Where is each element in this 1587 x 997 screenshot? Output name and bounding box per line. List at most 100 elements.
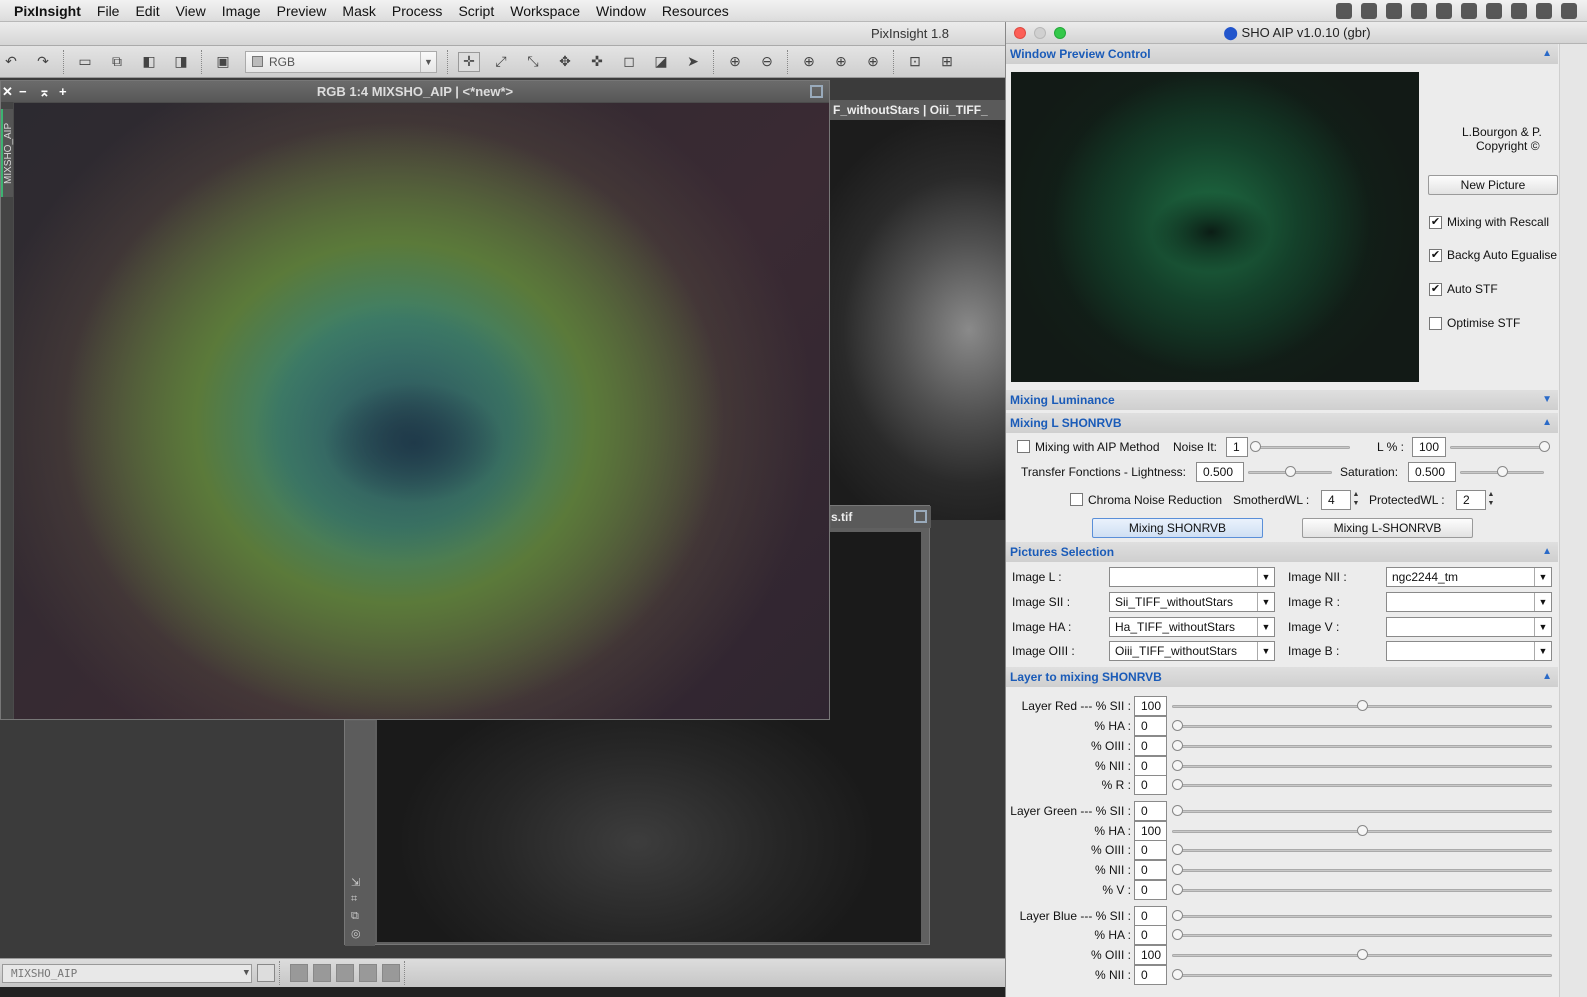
pointer-icon[interactable]: ➤ bbox=[682, 52, 704, 72]
minimize-icon[interactable]: − bbox=[19, 81, 27, 102]
slider-knob[interactable] bbox=[1172, 864, 1183, 875]
layer-input-9[interactable]: 0 bbox=[1134, 880, 1167, 900]
section-mixing-l[interactable]: Mixing L SHONRVB ▲ bbox=[1006, 413, 1558, 433]
slider-knob[interactable] bbox=[1357, 700, 1368, 711]
smoothed-input[interactable]: 4 bbox=[1321, 490, 1351, 510]
picture-select-right-2[interactable]: ▼ bbox=[1386, 617, 1552, 637]
layer-slider-7[interactable] bbox=[1172, 844, 1552, 856]
layer-input-8[interactable]: 0 bbox=[1134, 860, 1167, 880]
option-checkbox-3[interactable] bbox=[1429, 317, 1442, 330]
layer-slider-12[interactable] bbox=[1172, 949, 1552, 961]
layer-input-4[interactable]: 0 bbox=[1134, 775, 1167, 795]
center-mode-icon[interactable]: ✜ bbox=[586, 52, 608, 72]
mask-button-2[interactable] bbox=[313, 964, 331, 982]
clone-icon[interactable]: ⧉ bbox=[351, 910, 359, 923]
location-icon[interactable] bbox=[1511, 3, 1527, 19]
view-explorer-icon[interactable] bbox=[257, 964, 275, 982]
layer-slider-8[interactable] bbox=[1172, 864, 1552, 876]
new-picture-button[interactable]: New Picture bbox=[1428, 175, 1558, 195]
mask-button-5[interactable] bbox=[382, 964, 400, 982]
saturation-input[interactable]: 0.500 bbox=[1408, 462, 1456, 482]
slider-knob[interactable] bbox=[1497, 466, 1508, 477]
zoom-1-icon[interactable]: ⊕ bbox=[798, 52, 820, 72]
layer-slider-5[interactable] bbox=[1172, 805, 1552, 817]
collapse-icon[interactable]: ▲ bbox=[1542, 44, 1552, 64]
slider-knob[interactable] bbox=[1172, 910, 1183, 921]
zoom-to-fit-icon[interactable]: ⊞ bbox=[936, 52, 958, 72]
view-selector[interactable]: MIXSHO_AIP ▼ bbox=[2, 963, 252, 983]
section-window-preview[interactable]: Window Preview Control ▲ bbox=[1006, 44, 1558, 64]
screen-icon[interactable]: ▣ bbox=[212, 52, 234, 72]
menu-preview[interactable]: Preview bbox=[269, 3, 335, 19]
picture-select-left-0[interactable]: ▼ bbox=[1109, 567, 1275, 587]
layer-slider-10[interactable] bbox=[1172, 910, 1552, 922]
clock-icon[interactable] bbox=[1536, 3, 1552, 19]
layer-input-2[interactable]: 0 bbox=[1134, 736, 1167, 756]
preview-mode-icon[interactable]: ◻ bbox=[618, 52, 640, 72]
image-window-main[interactable]: ✕ − ⌅ + RGB 1:4 MIXSHO_AIP | <*new*> MIX… bbox=[0, 80, 830, 720]
layer-slider-1[interactable] bbox=[1172, 720, 1552, 732]
noise-input[interactable]: 1 bbox=[1226, 437, 1248, 457]
window-maximize-icon[interactable] bbox=[810, 85, 823, 98]
slider-knob[interactable] bbox=[1250, 441, 1261, 452]
collapse-icon[interactable]: ▲ bbox=[1542, 542, 1552, 562]
aip-method-checkbox[interactable] bbox=[1017, 440, 1030, 453]
mixing-shonrvb-button[interactable]: Mixing SHONRVB bbox=[1092, 518, 1263, 538]
mixing-l-shonrvb-button[interactable]: Mixing L-SHONRVB bbox=[1302, 518, 1473, 538]
view-tab[interactable]: MIXSHO_AIP bbox=[1, 109, 14, 197]
zoom-2-icon[interactable]: ⊕ bbox=[830, 52, 852, 72]
zoom-out-icon[interactable]: ⊖ bbox=[756, 52, 778, 72]
check-icon[interactable] bbox=[1561, 3, 1577, 19]
zoom-out-mode-icon[interactable]: ⤡ bbox=[522, 52, 544, 72]
layer-input-0[interactable]: 100 bbox=[1134, 696, 1167, 716]
zoom-in-mode-icon[interactable]: ⤢ bbox=[490, 52, 512, 72]
slider-knob[interactable] bbox=[1172, 884, 1183, 895]
minimize-window-icon[interactable] bbox=[1034, 27, 1046, 39]
slider-knob[interactable] bbox=[1172, 969, 1183, 980]
smoothed-stepper[interactable]: ▲ ▼ bbox=[1351, 490, 1361, 510]
slider-knob[interactable] bbox=[1172, 779, 1183, 790]
layer-input-10[interactable]: 0 bbox=[1134, 906, 1167, 926]
layer-slider-2[interactable] bbox=[1172, 740, 1552, 752]
channel-select[interactable]: RGB ▼ bbox=[245, 50, 437, 73]
expand-icon[interactable]: ▼ bbox=[1542, 390, 1552, 410]
slider-knob[interactable] bbox=[1172, 805, 1183, 816]
collapse-icon[interactable]: ▲ bbox=[1542, 413, 1552, 433]
menu-script[interactable]: Script bbox=[450, 3, 502, 19]
menu-mask[interactable]: Mask bbox=[334, 3, 383, 19]
menu-file[interactable]: File bbox=[89, 3, 128, 19]
battery-icon[interactable] bbox=[1411, 3, 1427, 19]
menu-workspace[interactable]: Workspace bbox=[502, 3, 588, 19]
section-pictures[interactable]: Pictures Selection ▲ bbox=[1006, 542, 1558, 562]
transfer-slider[interactable] bbox=[1248, 466, 1332, 478]
close-window-icon[interactable] bbox=[1014, 27, 1026, 39]
layer-input-11[interactable]: 0 bbox=[1134, 925, 1167, 945]
transfer-input[interactable]: 0.500 bbox=[1196, 462, 1244, 482]
option-checkbox-2[interactable]: ✔ bbox=[1429, 283, 1442, 296]
mask-button-4[interactable] bbox=[359, 964, 377, 982]
slider-knob[interactable] bbox=[1172, 740, 1183, 751]
wd-icon[interactable] bbox=[1486, 3, 1502, 19]
lpct-slider[interactable] bbox=[1450, 441, 1550, 453]
picture-select-right-0[interactable]: ngc2244_tm ▼ bbox=[1386, 567, 1552, 587]
mask-button-3[interactable] bbox=[336, 964, 354, 982]
picture-select-left-1[interactable]: Sii_TIFF_withoutStars ▼ bbox=[1109, 592, 1275, 612]
saturation-slider[interactable] bbox=[1460, 466, 1544, 478]
menu-image[interactable]: Image bbox=[214, 3, 269, 19]
protected-stepper[interactable]: ▲ ▼ bbox=[1486, 490, 1496, 510]
menu-resources[interactable]: Resources bbox=[654, 3, 737, 19]
layer-slider-0[interactable] bbox=[1172, 700, 1552, 712]
grayscale-image[interactable] bbox=[829, 120, 1006, 520]
picture-select-right-3[interactable]: ▼ bbox=[1386, 641, 1552, 661]
layer-slider-4[interactable] bbox=[1172, 779, 1552, 791]
picture-select-left-2[interactable]: Ha_TIFF_withoutStars ▼ bbox=[1109, 617, 1275, 637]
add-icon[interactable]: + bbox=[59, 81, 67, 102]
menu-window[interactable]: Window bbox=[588, 3, 654, 19]
option-checkbox-1[interactable]: ✔ bbox=[1429, 249, 1442, 262]
layer-slider-11[interactable] bbox=[1172, 929, 1552, 941]
section-layers[interactable]: Layer to mixing SHONRVB ▲ bbox=[1006, 667, 1558, 687]
zoom-in-icon[interactable]: ⊕ bbox=[724, 52, 746, 72]
menu-process[interactable]: Process bbox=[384, 3, 451, 19]
layer-slider-6[interactable] bbox=[1172, 825, 1552, 837]
wifi-icon[interactable] bbox=[1386, 3, 1402, 19]
